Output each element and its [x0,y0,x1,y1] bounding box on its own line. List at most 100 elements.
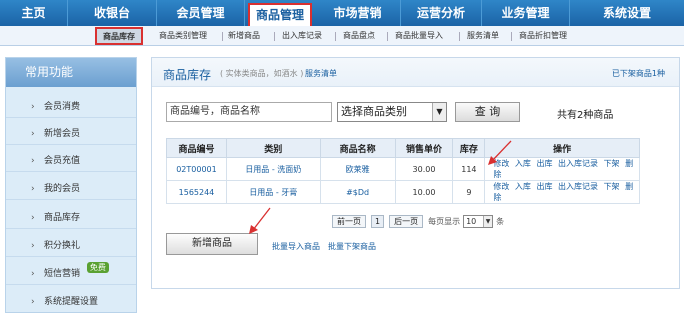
page-number[interactable]: 1 [371,214,385,228]
divider [222,32,223,41]
pagination: 前一页 1 后一页 每页显示 10 ▼ 条 [332,214,507,228]
sidebar-item-points-gift[interactable]: › 积分换礼 [6,235,136,257]
nav-business[interactable]: 业务管理 [482,0,570,26]
annotation-arrow-icon [488,140,512,165]
cell-name[interactable]: 欧莱雅 [319,157,396,181]
nav-home[interactable]: 主页 [0,0,68,26]
subnav-add-goods[interactable]: 新增商品 [228,29,260,43]
subnav-service-list[interactable]: 服务清单 [467,29,499,43]
main-panel: 商品库存 ( 实体类商品，如酒水 ) 服务清单 已下架商品1种 商品编号，商品名… [151,57,680,289]
page-title: 商品库存 [163,68,212,82]
offshelf-link[interactable]: 下架 [604,159,620,168]
sidebar-item-add-member[interactable]: › 新增会员 [6,123,136,145]
stock-out-link[interactable]: 出库 [536,159,552,168]
cell-actions: 修改 入库 出库 出入库记录 下架 删除 [484,180,640,204]
bulk-import-link[interactable]: 批量导入商品 [272,241,320,252]
sub-nav: 商品库存 商品类别管理 新增商品 出入库记录 商品盘点 商品批量导入 服务清单 … [0,26,684,46]
stock-out-link[interactable]: 出库 [536,182,552,191]
subnav-category[interactable]: 商品类别管理 [159,29,207,43]
cell-code[interactable]: 02T00001 [166,157,227,181]
chevron-down-icon[interactable]: ▼ [432,103,446,121]
chevron-right-icon: › [31,156,35,166]
sidebar: 常用功能 › 会员消费 › 新增会员 › 会员充值 › 我的会员 › 商品库存 … [5,57,137,313]
sidebar-item-inventory[interactable]: › 商品库存 [6,207,136,229]
cell-price: 10.00 [394,180,454,204]
sidebar-item-label: 系统提醒设置 [44,297,99,307]
stock-records-link[interactable]: 出入库记录 [558,182,598,191]
subnav-stocktaking[interactable]: 商品盘点 [343,29,375,43]
search-input[interactable]: 商品编号，商品名称 [166,102,332,122]
offshelf-link[interactable]: 下架 [604,182,620,191]
subnav-stock-records[interactable]: 出入库记录 [282,29,322,43]
per-page-select[interactable]: 10 ▼ [463,214,494,228]
panel-header: 商品库存 ( 实体类商品，如酒水 ) 服务清单 已下架商品1种 [152,58,679,87]
col-price: 销售单价 [394,138,454,158]
chevron-down-icon[interactable]: ▼ [483,215,493,227]
chevron-right-icon: › [31,241,35,251]
cell-price: 30.00 [394,157,454,181]
sidebar-item-sms-marketing[interactable]: › 短信营销 免费 [6,262,136,285]
category-select[interactable]: 选择商品类别 ▼ [337,102,447,122]
service-list-link[interactable]: 服务清单 [305,68,337,79]
cell-stock: 9 [452,180,486,204]
stock-records-link[interactable]: 出入库记录 [558,159,598,168]
chevron-right-icon: › [31,213,35,223]
cell-stock: 114 [452,157,486,181]
nav-marketing[interactable]: 市场营销 [315,0,401,26]
add-goods-button[interactable]: 新增商品 [166,233,258,255]
bulk-offshelf-link[interactable]: 批量下架商品 [328,241,376,252]
subnav-discount[interactable]: 商品折扣管理 [519,29,567,43]
divider [387,32,388,41]
chevron-right-icon: › [31,297,35,307]
nav-settings[interactable]: 系统设置 [570,0,684,26]
sidebar-item-my-members[interactable]: › 我的会员 [6,178,136,200]
cell-category[interactable]: 日用品 - 洗面奶 [225,157,321,181]
edit-link[interactable]: 修改 [493,182,509,191]
divider [511,32,512,41]
divider [274,32,275,41]
nav-goods[interactable]: 商品管理 [248,3,312,26]
sidebar-item-label: 商品库存 [44,213,81,223]
goods-table: 商品编号 类别 商品名称 销售单价 库存 操作 02T00001 日用品 - 洗… [166,138,640,204]
chevron-right-icon: › [31,269,35,279]
col-code: 商品编号 [166,138,227,158]
cell-code[interactable]: 1565244 [166,180,227,204]
offshelf-goods-link[interactable]: 已下架商品1种 [612,68,665,79]
per-page-label: 每页显示 [428,216,461,226]
nav-member[interactable]: 会员管理 [157,0,245,26]
sidebar-item-reminder-settings[interactable]: › 系统提醒设置 [6,291,136,313]
sidebar-item-member-recharge[interactable]: › 会员充值 [6,150,136,172]
table-row: 1565244 日用品 - 牙膏 #$Dd 10.00 9 修改 入库 出库 出… [166,180,640,204]
page-note: ( 实体类商品，如酒水 ) [220,69,304,78]
table-row: 02T00001 日用品 - 洗面奶 欧莱雅 30.00 114 修改 入库 出… [166,157,640,181]
prev-page-button[interactable]: 前一页 [332,214,366,228]
stock-in-link[interactable]: 入库 [515,182,531,191]
chevron-right-icon: › [31,184,35,194]
total-count: 共有2种商品 [557,110,614,121]
divider [459,32,460,41]
cell-category[interactable]: 日用品 - 牙膏 [225,180,321,204]
per-page-unit: 条 [496,216,505,226]
sidebar-item-label: 新增会员 [44,129,81,139]
sidebar-item-label: 短信营销 [44,269,81,279]
col-name: 商品名称 [319,138,396,158]
cell-name[interactable]: #$Dd [319,180,396,204]
nav-cashier[interactable]: 收银台 [68,0,157,26]
subnav-bulk-import[interactable]: 商品批量导入 [395,29,443,43]
sidebar-item-label: 我的会员 [44,184,81,194]
stock-in-link[interactable]: 入库 [515,159,531,168]
category-select-value: 选择商品类别 [341,105,407,118]
col-category: 类别 [225,138,321,158]
divider [335,32,336,41]
table-header-row: 商品编号 类别 商品名称 销售单价 库存 操作 [166,138,640,158]
sidebar-item-label: 会员充值 [44,156,81,166]
nav-analysis[interactable]: 运营分析 [401,0,482,26]
col-stock: 库存 [452,138,486,158]
query-button[interactable]: 查 询 [455,102,520,122]
subnav-inventory[interactable]: 商品库存 [95,27,143,45]
chevron-right-icon: › [31,102,35,112]
sidebar-item-member-consume[interactable]: › 会员消费 [6,96,136,118]
next-page-button[interactable]: 后一页 [389,214,424,228]
sidebar-title: 常用功能 [6,58,136,87]
sidebar-item-label: 会员消费 [44,102,81,112]
